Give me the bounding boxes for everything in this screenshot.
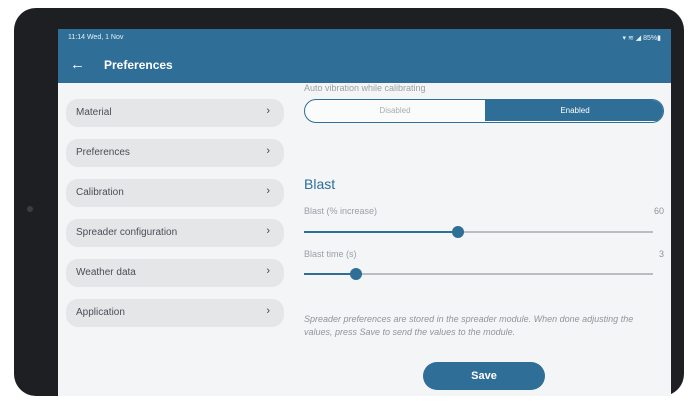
- info-note: Spreader preferences are stored in the s…: [304, 314, 634, 337]
- chevron-right-icon: ›: [266, 225, 270, 237]
- camera-dot: [27, 206, 33, 212]
- status-bar: 11:14 Wed, 1 Nov ▾ ≋ ◢ 85%▮: [58, 29, 671, 47]
- blast-time-fill: [304, 273, 357, 275]
- blast-time-slider[interactable]: [304, 268, 653, 280]
- sidebar-item-label: Application: [76, 307, 125, 318]
- blast-increase-fill: [304, 231, 458, 233]
- auto-vibration-label: Auto vibration while calibrating: [304, 83, 426, 93]
- blast-time-value: 3: [658, 249, 664, 259]
- sidebar-item-label: Weather data: [76, 267, 136, 278]
- blast-increase-value: 60: [653, 206, 664, 216]
- chevron-right-icon: ›: [266, 305, 270, 317]
- sidebar-item-preferences[interactable]: Preferences ›: [66, 139, 284, 167]
- sidebar-item-label: Spreader configuration: [76, 227, 178, 238]
- sidebar-item-calibration[interactable]: Calibration ›: [66, 179, 284, 207]
- chevron-right-icon: ›: [266, 185, 270, 197]
- status-indicators: ▾ ≋ ◢ 85%▮: [622, 35, 661, 42]
- blast-increase-thumb[interactable]: [451, 226, 464, 238]
- sidebar-item-label: Preferences: [76, 147, 130, 158]
- screen: 11:14 Wed, 1 Nov ▾ ≋ ◢ 85%▮ ← Preference…: [58, 29, 671, 396]
- toggle-option-enabled[interactable]: Enabled: [485, 100, 663, 121]
- sidebar-item-spreader-configuration[interactable]: Spreader configuration ›: [66, 219, 284, 247]
- sidebar-item-weather-data[interactable]: Weather data ›: [66, 259, 284, 287]
- tablet-frame: 11:14 Wed, 1 Nov ▾ ≋ ◢ 85%▮ ← Preference…: [14, 8, 684, 396]
- blast-increase-slider[interactable]: [304, 226, 653, 238]
- sidebar: Material › Preferences › Calibration › S…: [66, 99, 284, 339]
- auto-vibration-toggle: Disabled Enabled: [304, 99, 664, 123]
- blast-section-title: Blast: [304, 176, 336, 192]
- back-arrow-icon[interactable]: ←: [70, 56, 85, 73]
- app-bar: ← Preferences: [58, 47, 671, 83]
- chevron-right-icon: ›: [266, 105, 270, 117]
- page-title: Preferences: [104, 58, 173, 72]
- toggle-option-disabled[interactable]: Disabled: [305, 100, 485, 121]
- blast-time-thumb[interactable]: [350, 268, 363, 280]
- chevron-right-icon: ›: [266, 145, 270, 157]
- blast-time-label: Blast time (s): [304, 249, 357, 259]
- chevron-right-icon: ›: [266, 265, 270, 277]
- save-button[interactable]: Save: [423, 362, 545, 390]
- sidebar-item-material[interactable]: Material ›: [66, 99, 284, 127]
- blast-increase-label: Blast (% increase): [304, 206, 378, 216]
- status-time: 11:14 Wed, 1 Nov: [68, 34, 124, 41]
- sidebar-item-application[interactable]: Application ›: [66, 299, 284, 327]
- sidebar-item-label: Calibration: [76, 187, 124, 198]
- sidebar-item-label: Material: [76, 107, 112, 118]
- preferences-panel: Auto vibration while calibrating Disable…: [304, 83, 664, 396]
